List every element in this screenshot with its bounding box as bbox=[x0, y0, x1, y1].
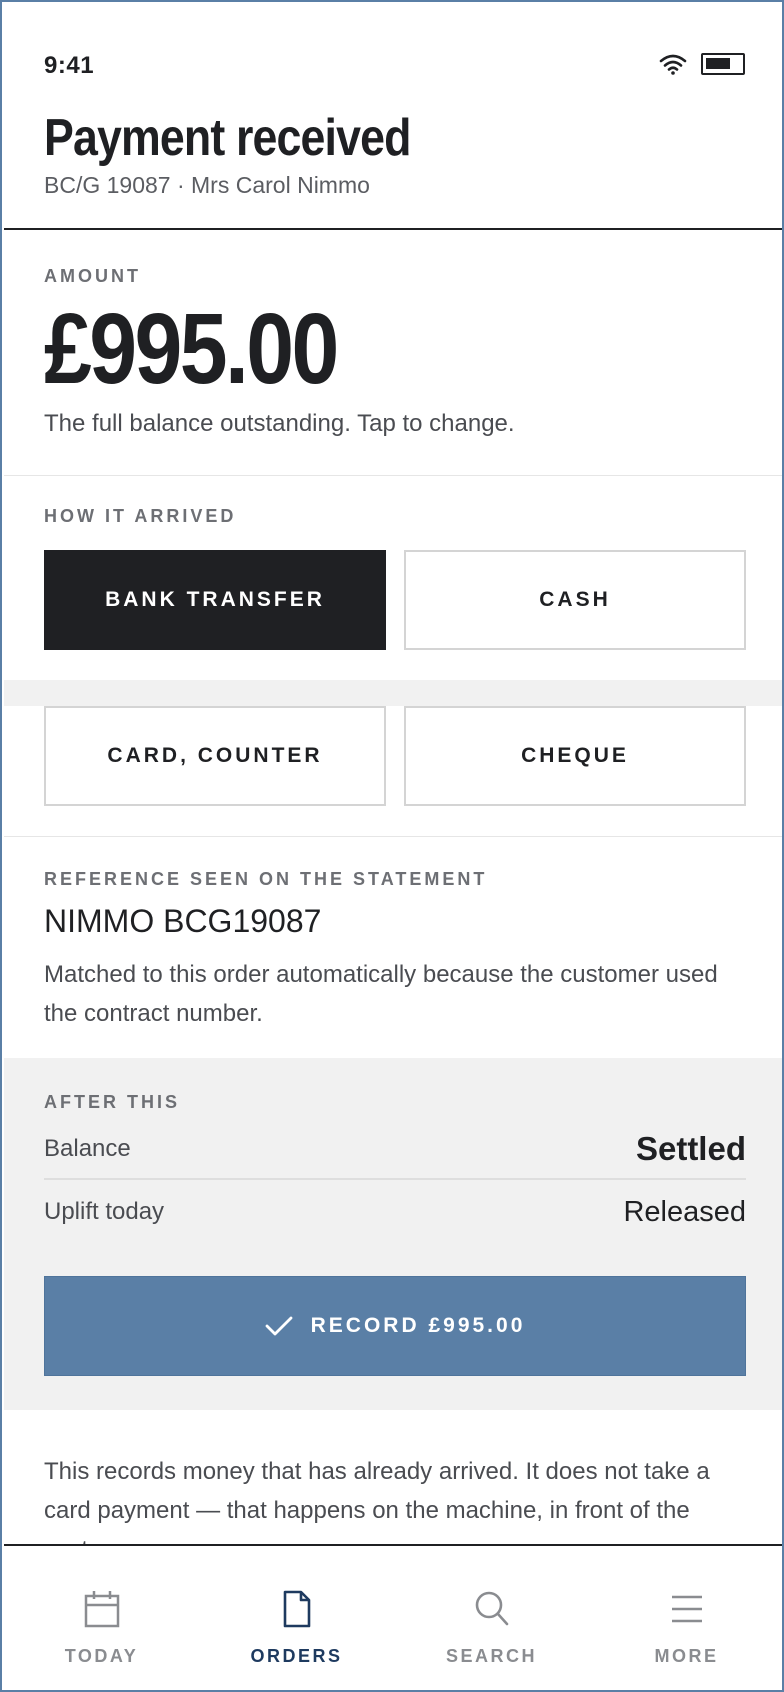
record-payment-button[interactable]: RECORD £995.00 bbox=[44, 1276, 746, 1376]
tab-search[interactable]: SEARCH bbox=[394, 1546, 589, 1690]
tab-more-label: MORE bbox=[654, 1646, 719, 1666]
tab-orders-label: ORDERS bbox=[250, 1646, 343, 1666]
tab-today-label: TODAY bbox=[64, 1646, 139, 1666]
amount-hint: The full balance outstanding. Tap to cha… bbox=[44, 410, 515, 437]
check-icon bbox=[265, 1316, 293, 1336]
method-card-counter-button[interactable]: CARD, COUNTER bbox=[44, 706, 386, 806]
tab-today[interactable]: TODAY bbox=[4, 1546, 199, 1690]
wifi-icon bbox=[659, 54, 687, 75]
document-icon bbox=[283, 1590, 310, 1628]
uplift-row: Uplift today Released bbox=[44, 1182, 746, 1242]
uplift-label: Uplift today bbox=[44, 1198, 165, 1225]
after-label: AFTER THIS bbox=[44, 1092, 180, 1112]
search-icon bbox=[475, 1591, 508, 1626]
method-cheque-button[interactable]: CHEQUE bbox=[404, 706, 746, 806]
after-this-panel: AFTER THIS Balance Settled Uplift today … bbox=[4, 1058, 782, 1410]
status-bar: 9:41 bbox=[4, 4, 782, 100]
menu-icon bbox=[671, 1595, 702, 1623]
method-label: HOW IT ARRIVED bbox=[44, 506, 237, 526]
method-cash-button[interactable]: CASH bbox=[404, 550, 746, 650]
record-button-label: RECORD £995.00 bbox=[310, 1314, 526, 1337]
reference-section: REFERENCE SEEN ON THE STATEMENT NIMMO BC… bbox=[4, 836, 782, 1058]
reference-value: NIMMO BCG19087 bbox=[44, 903, 322, 939]
page-header: Payment received BC/G 19087 · Mrs Carol … bbox=[4, 100, 782, 230]
amount-section[interactable]: AMOUNT £995.00 The full balance outstand… bbox=[4, 232, 782, 476]
battery-level bbox=[706, 58, 730, 69]
divider-band bbox=[4, 680, 782, 706]
amount-label: AMOUNT bbox=[44, 266, 141, 286]
tab-more[interactable]: MORE bbox=[589, 1546, 782, 1690]
calendar-icon bbox=[84, 1591, 119, 1628]
screen: 9:41 Payment received BC/G 19087 · Mrs C… bbox=[4, 4, 782, 1690]
uplift-value: Released bbox=[623, 1195, 746, 1228]
battery-icon bbox=[701, 53, 745, 75]
balance-label: Balance bbox=[44, 1135, 131, 1162]
phone-frame: 9:41 Payment received BC/G 19087 · Mrs C… bbox=[0, 0, 784, 1692]
amount-value[interactable]: £995.00 bbox=[44, 292, 339, 407]
page-title: Payment received bbox=[44, 109, 411, 167]
tab-bar: TODAY ORDERS SEARCH MORE bbox=[4, 1544, 782, 1690]
reference-label: REFERENCE SEEN ON THE STATEMENT bbox=[44, 869, 488, 889]
tab-search-label: SEARCH bbox=[445, 1646, 537, 1666]
status-time: 9:41 bbox=[44, 52, 95, 79]
page-subtitle: BC/G 19087 · Mrs Carol Nimmo bbox=[44, 172, 370, 198]
balance-value: Settled bbox=[635, 1130, 746, 1167]
tab-orders[interactable]: ORDERS bbox=[199, 1546, 394, 1690]
balance-row: Balance Settled bbox=[44, 1120, 746, 1180]
reference-note: Matched to this order automatically beca… bbox=[44, 961, 718, 1027]
method-bank-transfer-button[interactable]: BANK TRANSFER bbox=[44, 550, 386, 650]
